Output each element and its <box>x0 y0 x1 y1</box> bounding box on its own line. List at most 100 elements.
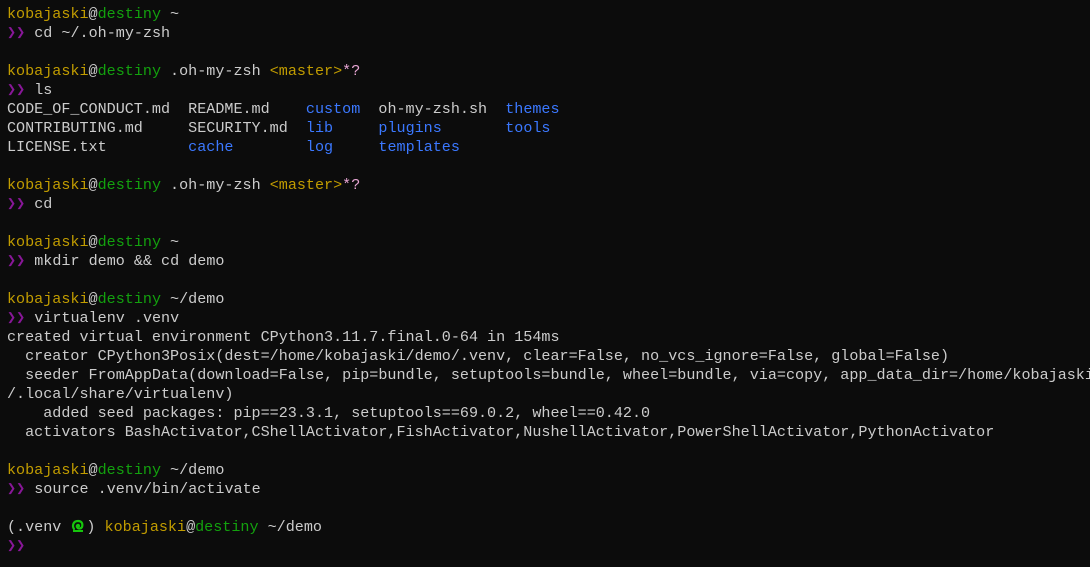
prompt-chevron-icon: ❯❯ <box>7 195 26 213</box>
output-text: seeder FromAppData(download=False, pip=b… <box>7 366 1090 384</box>
prompt-user: kobajaski <box>7 461 89 479</box>
prompt-at: @ <box>88 461 98 479</box>
prompt-path: .oh-my-zsh <box>161 62 270 80</box>
output-text: cd <box>25 195 53 213</box>
output-text: oh-my-zsh.sh <box>360 100 506 118</box>
prompt-at: @ <box>88 62 98 80</box>
output-text: virtualenv .venv <box>25 309 180 327</box>
terminal-line: CONTRIBUTING.md SECURITY.md lib plugins … <box>7 119 1090 138</box>
terminal-line: /.local/share/virtualenv) <box>7 385 1090 404</box>
prompt-host: destiny <box>97 62 161 80</box>
prompt-user: kobajaski <box>7 62 89 80</box>
prompt-host: destiny <box>195 518 259 536</box>
output-text: CONTRIBUTING.md SECURITY.md <box>7 119 306 137</box>
terminal-line: created virtual environment CPython3.11.… <box>7 328 1090 347</box>
prompt-at: @ <box>88 233 98 251</box>
prompt-host: destiny <box>97 461 161 479</box>
terminal-line: kobajaski@destiny ~ <box>7 233 1090 252</box>
prompt-host: destiny <box>97 233 161 251</box>
git-dirty-status: *? <box>342 62 361 80</box>
terminal-line: ❯❯ mkdir demo && cd demo <box>7 252 1090 271</box>
output-text: LICENSE.txt <box>7 138 189 156</box>
prompt-at: @ <box>88 290 98 308</box>
terminal-line: (.venv ) kobajaski@destiny ~/demo <box>7 518 1090 537</box>
prompt-host: destiny <box>97 5 161 23</box>
directory-name: cache <box>188 138 234 156</box>
prompt-chevron-icon: ❯❯ <box>7 252 26 270</box>
prompt-user: kobajaski <box>7 233 89 251</box>
output-text: added seed packages: pip==23.3.1, setupt… <box>7 404 651 422</box>
terminal-line: CODE_OF_CONDUCT.md README.md custom oh-m… <box>7 100 1090 119</box>
git-dirty-status: *? <box>342 176 361 194</box>
directory-name: themes <box>505 100 560 118</box>
terminal-line: ❯❯ virtualenv .venv <box>7 309 1090 328</box>
prompt-path: ~ <box>161 233 180 251</box>
prompt-path: .oh-my-zsh <box>161 176 270 194</box>
git-branch: <master> <box>269 62 343 80</box>
terminal-line: creator CPython3Posix(dest=/home/kobajas… <box>7 347 1090 366</box>
prompt-host: destiny <box>97 290 161 308</box>
prompt-user: kobajaski <box>7 176 89 194</box>
prompt-user: kobajaski <box>104 518 187 536</box>
output-text: ls <box>25 81 53 99</box>
terminal-output[interactable]: kobajaski@destiny ~ ❯❯ cd ~/.oh-my-zsh kob… <box>7 5 1090 556</box>
output-text: /.local/share/virtualenv) <box>7 385 234 403</box>
prompt-at: @ <box>88 176 98 194</box>
output-text: mkdir demo && cd demo <box>25 252 225 270</box>
terminal-line: ❯❯ cd <box>7 195 1090 214</box>
terminal-line: seeder FromAppData(download=False, pip=b… <box>7 366 1090 385</box>
directory-name: lib <box>305 119 334 137</box>
prompt-path: ~/demo <box>161 290 225 308</box>
prompt-path: ~/demo <box>161 461 225 479</box>
terminal-line: kobajaski@destiny ~/demo <box>7 290 1090 309</box>
terminal-line: LICENSE.txt cache log templates <box>7 138 1090 157</box>
terminal-line: ❯❯ source .venv/bin/activate <box>7 480 1090 499</box>
terminal-line: kobajaski@destiny ~ <box>7 5 1090 24</box>
output-text: created virtual environment CPython3.11.… <box>7 328 560 346</box>
terminal-line: ❯❯ ls <box>7 81 1090 100</box>
output-text: source .venv/bin/activate <box>25 480 261 498</box>
prompt-path: ~ <box>161 5 180 23</box>
terminal-line: kobajaski@destiny .oh-my-zsh <master>*? <box>7 62 1090 81</box>
prompt-user: kobajaski <box>7 5 89 23</box>
prompt-path: ~/demo <box>258 518 322 536</box>
prompt-at: @ <box>88 5 98 23</box>
directory-name: custom <box>305 100 361 118</box>
prompt-host: destiny <box>97 176 161 194</box>
prompt-chevron-icon: ❯❯ <box>7 24 26 42</box>
output-text: activators BashActivator,CShellActivator… <box>7 423 995 441</box>
directory-name: templates <box>378 138 460 156</box>
prompt-chevron-icon: ❯❯ <box>7 309 26 327</box>
output-text: ) <box>86 518 105 536</box>
terminal-line: ❯❯ cd ~/.oh-my-zsh <box>7 24 1090 43</box>
prompt-chevron-icon: ❯❯ <box>7 480 26 498</box>
terminal-line: kobajaski@destiny .oh-my-zsh <master>*? <box>7 176 1090 195</box>
directory-name: log <box>305 138 334 156</box>
directory-name: plugins <box>378 119 442 137</box>
terminal-line: ❯❯ <box>7 537 1090 556</box>
directory-name: tools <box>505 119 551 137</box>
prompt-at: @ <box>186 518 196 536</box>
terminal-line: kobajaski@destiny ~/demo <box>7 461 1090 480</box>
output-text: creator CPython3Posix(dest=/home/kobajas… <box>7 347 950 365</box>
prompt-chevron-icon: ❯❯ <box>7 537 26 555</box>
output-text: CODE_OF_CONDUCT.md README.md <box>7 100 306 118</box>
git-branch: <master> <box>269 176 343 194</box>
output-text: cd ~/.oh-my-zsh <box>25 24 171 42</box>
python-venv-icon <box>71 519 85 533</box>
terminal-line: activators BashActivator,CShellActivator… <box>7 423 1090 442</box>
terminal-line: added seed packages: pip==23.3.1, setupt… <box>7 404 1090 423</box>
output-text: (.venv <box>7 518 71 536</box>
prompt-user: kobajaski <box>7 290 89 308</box>
prompt-chevron-icon: ❯❯ <box>7 81 26 99</box>
